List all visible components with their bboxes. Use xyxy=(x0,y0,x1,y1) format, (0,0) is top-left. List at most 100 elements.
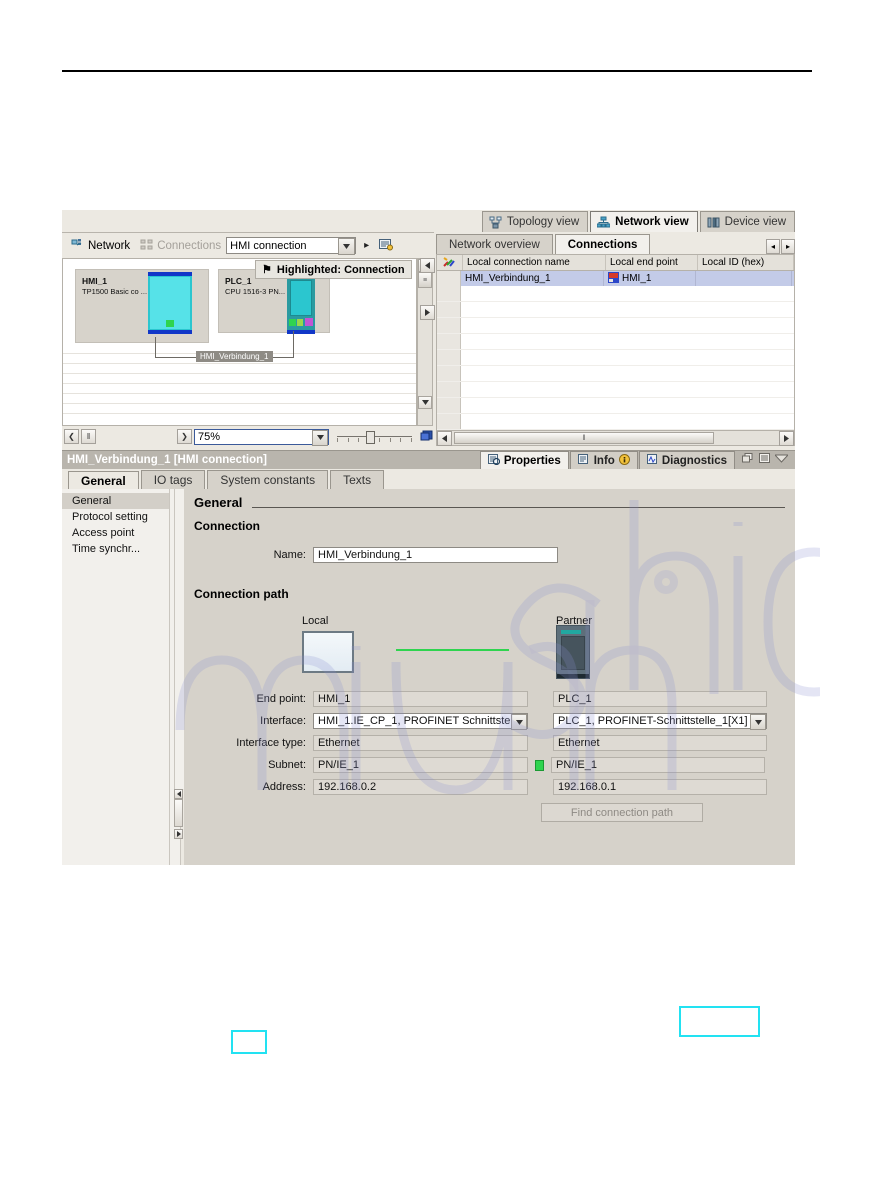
topology-icon xyxy=(489,216,502,229)
tab-properties[interactable]: Properties xyxy=(479,451,569,469)
nav-item-protocol-setting[interactable]: Protocol setting xyxy=(62,509,169,525)
properties-panel: HMI_Verbindung_1 [HMI connection] Proper… xyxy=(62,450,795,865)
connections-mode-button[interactable]: Connections xyxy=(135,236,226,256)
partner-interface-value: PLC_1, PROFINET-Schnittstelle_1[X1] xyxy=(558,715,748,727)
content-scroll-up-button[interactable] xyxy=(174,789,183,799)
maximize-icon[interactable] xyxy=(759,453,770,467)
network-canvas[interactable]: HMI_1 TP1500 Basic co ... PLC_1 CPU 1516… xyxy=(62,258,417,426)
tab-general-label: General xyxy=(81,473,126,488)
plc-rack-icon xyxy=(556,625,590,679)
interface-label: Interface: xyxy=(260,715,306,727)
fit-view-icon[interactable] xyxy=(420,429,434,445)
tab-device-view[interactable]: Device view xyxy=(699,211,795,232)
address-label: Address: xyxy=(262,781,306,793)
device-node-hmi[interactable]: HMI_1 TP1500 Basic co ... xyxy=(75,269,209,343)
hmi-device-icon xyxy=(608,271,619,286)
splitter-expand-right-button[interactable] xyxy=(420,305,435,320)
local-interface-select[interactable]: HMI_1.IE_CP_1, PROFINET Schnittstelle_1 xyxy=(313,713,528,730)
splitter-collapse-left-button[interactable] xyxy=(420,258,435,273)
zoom-slider[interactable] xyxy=(337,430,412,444)
device-icon xyxy=(707,216,720,229)
connection-wire-label[interactable]: HMI_Verbindung_1 xyxy=(196,351,273,362)
column-local-id[interactable]: Local ID (hex) xyxy=(698,255,794,270)
table-row[interactable]: HMI_Verbindung_1 HMI_1 xyxy=(437,271,794,286)
canvas-hscroll-thumb[interactable]: ‖ xyxy=(81,429,96,444)
connection-group-title: Connection xyxy=(194,519,260,533)
tab-general[interactable]: General xyxy=(68,471,139,490)
network-toolbar: Network Connections HMI connection ▸ xyxy=(62,232,434,258)
properties-content: General Connection Name: HMI_Verbindung_… xyxy=(184,489,795,865)
tab-info-label: Info xyxy=(593,454,615,467)
cell-local-connection-name: HMI_Verbindung_1 xyxy=(461,271,604,286)
device-node-plc-type: CPU 1516-3 PN... xyxy=(225,287,286,296)
collapse-icon[interactable] xyxy=(773,454,790,466)
nav-item-access-point[interactable]: Access point xyxy=(62,525,169,541)
tab-connections-label: Connections xyxy=(567,238,638,251)
zoom-slider-knob[interactable] xyxy=(366,430,375,444)
canvas-splitter-buttons xyxy=(420,258,435,426)
tab-info[interactable]: Info xyxy=(569,451,638,469)
tab-texts[interactable]: Texts xyxy=(330,470,385,489)
tab-scroll-left-button[interactable]: ◂ xyxy=(766,239,780,254)
cell-local-end-point-label: HMI_1 xyxy=(622,273,652,284)
network-mode-button[interactable]: Network xyxy=(66,236,135,256)
expand-arrow-icon[interactable]: ▸ xyxy=(364,240,369,251)
nav-item-general[interactable]: General xyxy=(62,493,169,509)
tab-system-constants[interactable]: System constants xyxy=(207,470,329,489)
chevron-down-icon[interactable] xyxy=(338,238,356,255)
connections-table[interactable]: Local connection name Local end point Lo… xyxy=(436,254,795,446)
connection-link-line xyxy=(396,649,509,651)
connections-panel: Network overview Connections ◂ ▸ Local c… xyxy=(436,232,795,450)
connection-path-group: Connection path Local Partner End point:… xyxy=(194,587,787,847)
column-local-connection-name[interactable]: Local connection name xyxy=(463,255,606,270)
connection-group: Connection Name: HMI_Verbindung_1 xyxy=(194,519,787,581)
tab-topology-view[interactable]: Topology view xyxy=(481,211,589,232)
relations-icon[interactable] xyxy=(379,238,394,254)
manual-page: Topology view Network view Device view N… xyxy=(0,0,893,1191)
highlight-tooltip-label: Highlighted: Connection xyxy=(276,263,405,276)
local-interface-chevron-down-icon[interactable] xyxy=(511,714,527,730)
local-interface-type-field: Ethernet xyxy=(313,735,528,751)
table-hscroll-thumb[interactable]: ‖ xyxy=(454,432,714,444)
connections-table-header: Local connection name Local end point Lo… xyxy=(437,255,794,271)
content-scroll-thumb[interactable] xyxy=(174,799,183,827)
canvas-scroll-left-button[interactable]: ❮ xyxy=(64,429,79,444)
device-node-hmi-name: HMI_1 xyxy=(82,276,108,286)
partner-address-field: 192.168.0.1 xyxy=(553,779,767,795)
canvas-scroll-right-button[interactable]: ❯ xyxy=(177,429,192,444)
pin-icon[interactable]: ⚑ xyxy=(262,263,272,276)
tab-io-tags[interactable]: IO tags xyxy=(140,470,206,489)
tab-connections[interactable]: Connections xyxy=(554,234,651,254)
subnet-link-node xyxy=(535,759,544,771)
callout-box-right xyxy=(679,1006,760,1037)
cell-local-end-point: HMI_1 xyxy=(604,271,696,286)
tab-diagnostics[interactable]: Diagnostics xyxy=(638,451,735,469)
tab-network-overview[interactable]: Network overview xyxy=(436,234,553,254)
partner-interface-chevron-down-icon[interactable] xyxy=(750,714,766,730)
table-scroll-left-button[interactable] xyxy=(437,430,452,446)
column-local-end-point[interactable]: Local end point xyxy=(606,255,698,270)
connections-horizontal-scrollbar[interactable]: ‖ xyxy=(436,430,795,446)
tia-portal-screenshot: Topology view Network view Device view N… xyxy=(62,210,795,865)
tab-scroll-right-button[interactable]: ▸ xyxy=(781,239,795,254)
nav-item-time-synchronization[interactable]: Time synchr... xyxy=(62,541,169,557)
zoom-level-select[interactable]: 75% xyxy=(194,428,329,446)
tab-system-constants-label: System constants xyxy=(220,473,316,487)
properties-content-scrollbar[interactable] xyxy=(174,489,185,865)
partner-interface-select[interactable]: PLC_1, PROFINET-Schnittstelle_1[X1] xyxy=(553,713,767,730)
connection-type-select[interactable]: HMI connection xyxy=(226,237,357,255)
local-subnet-field: PN/IE_1 xyxy=(313,757,528,773)
content-scroll-down-button[interactable] xyxy=(174,829,183,839)
table-scroll-right-button[interactable] xyxy=(779,430,794,446)
properties-body: General Protocol setting Access point Ti… xyxy=(62,489,795,865)
restore-icon[interactable] xyxy=(742,453,754,467)
subnet-label: Subnet: xyxy=(268,759,306,771)
canvas-bottom-toolbar: ❮ ‖ ❯ 75% xyxy=(62,426,434,447)
zoom-chevron-down-icon[interactable] xyxy=(312,429,328,446)
highlight-tooltip: ⚑ Highlighted: Connection xyxy=(255,260,412,279)
connections-panel-tabs: Network overview Connections ◂ ▸ xyxy=(436,232,795,254)
section-title: General xyxy=(194,495,243,510)
connection-name-input[interactable]: HMI_Verbindung_1 xyxy=(313,547,558,563)
find-connection-path-button[interactable]: Find connection path xyxy=(541,803,703,822)
tab-network-view[interactable]: Network view xyxy=(590,211,698,232)
